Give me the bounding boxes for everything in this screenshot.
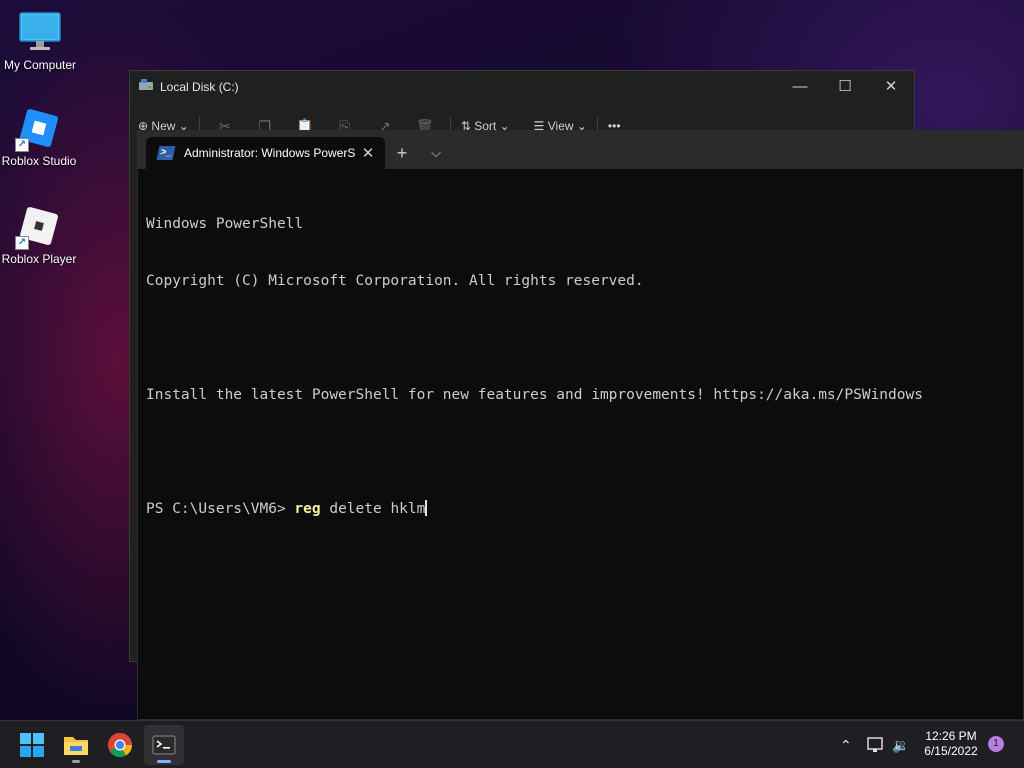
taskbar: ⌃ 🔉 12:26 PM 6/15/2022 xyxy=(0,720,1024,768)
desktop-icon-my-computer[interactable]: My Computer xyxy=(0,10,80,72)
network-icon[interactable] xyxy=(866,721,884,768)
notification-badge[interactable]: 1 xyxy=(988,736,1004,752)
prompt-line[interactable]: PS C:\Users\VM6> reg delete hklm xyxy=(146,500,1015,519)
command-args: delete hklm xyxy=(320,501,426,517)
roblox-studio-icon: ↗ xyxy=(15,106,61,152)
terminal-icon xyxy=(152,735,176,755)
taskbar-terminal[interactable] xyxy=(144,725,184,765)
desktop-icon-roblox-player[interactable]: ↗ Roblox Player xyxy=(0,204,79,266)
clock-time: 12:26 PM xyxy=(925,729,977,743)
console-output[interactable]: Windows PowerShell Copyright (C) Microso… xyxy=(138,169,1023,565)
chevron-down-icon[interactable]: ⌵ xyxy=(419,137,453,169)
desktop-icon-label: My Computer xyxy=(3,58,77,72)
clock-date: 6/15/2022 xyxy=(924,744,978,758)
tab-title: Administrator: Windows PowerS xyxy=(184,146,356,160)
maximize-button[interactable]: ☐ xyxy=(823,75,867,99)
terminal-window[interactable]: >_ Administrator: Windows PowerS ✕ + ⌵ W… xyxy=(137,130,1024,720)
chevron-up-icon[interactable]: ⌃ xyxy=(840,721,852,768)
active-indicator xyxy=(157,760,171,763)
running-indicator xyxy=(72,760,80,763)
taskbar-file-explorer[interactable] xyxy=(56,725,96,765)
terminal-tab[interactable]: >_ Administrator: Windows PowerS ✕ xyxy=(146,137,385,169)
roblox-player-icon: ↗ xyxy=(15,204,61,250)
text-cursor xyxy=(425,500,428,516)
tab-close-icon[interactable]: ✕ xyxy=(359,144,377,162)
start-icon xyxy=(20,733,44,757)
chrome-icon xyxy=(107,733,132,758)
minimize-button[interactable]: — xyxy=(778,75,822,99)
explorer-title: Local Disk (C:) xyxy=(160,80,239,94)
taskbar-chrome[interactable] xyxy=(100,725,140,765)
desktop-icon-label: Roblox Player xyxy=(1,252,77,266)
drive-icon xyxy=(138,78,154,97)
volume-icon[interactable]: 🔉 xyxy=(892,721,909,768)
command-name: reg xyxy=(294,501,321,517)
console-line: Copyright (C) Microsoft Corporation. All… xyxy=(146,273,644,289)
file-explorer-icon xyxy=(64,737,88,755)
desktop-icon-roblox-studio[interactable]: ↗ Roblox Studio xyxy=(0,106,79,168)
monitor-icon xyxy=(18,10,62,54)
start-button[interactable] xyxy=(12,725,52,765)
powershell-icon: >_ xyxy=(156,146,176,160)
console-line: Windows PowerShell xyxy=(146,216,304,232)
terminal-tab-bar: >_ Administrator: Windows PowerS ✕ + ⌵ xyxy=(138,131,1023,169)
shortcut-arrow-icon: ↗ xyxy=(15,236,29,250)
new-tab-button[interactable]: + xyxy=(385,137,419,169)
console-line: Install the latest PowerShell for new fe… xyxy=(146,387,923,403)
prompt: PS C:\Users\VM6> xyxy=(146,501,295,517)
desktop-icon-label: Roblox Studio xyxy=(1,154,77,168)
clock[interactable]: 12:26 PM 6/15/2022 xyxy=(920,729,982,759)
shortcut-arrow-icon: ↗ xyxy=(15,138,29,152)
close-button[interactable]: ✕ xyxy=(869,75,913,99)
